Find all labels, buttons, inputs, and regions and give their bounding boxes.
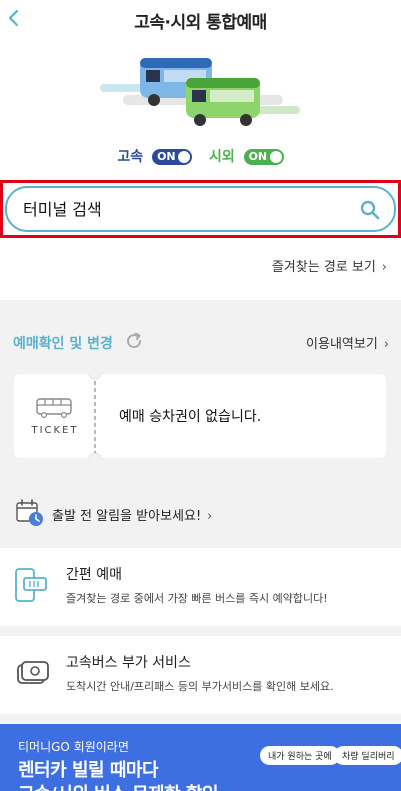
banner-bubble-1: 내가 원하는 곳에 [260,746,340,765]
calendar-clock-icon [16,499,43,526]
promo-banner[interactable]: 티머니GO 회원이라면 렌터카 빌릴 때마다 고속/시외 버스 무제한 할인 내… [0,724,401,791]
addon-service-card[interactable]: 고속버스 부가 서비스 도착시간 안내/프리패스 등의 부가서비스를 확인해 보… [0,636,401,714]
express-toggle[interactable]: 고속 ON [117,146,193,166]
switch-knob [269,151,282,163]
bus-illustration-icon [100,58,300,126]
banner-bubble-2: 차량 딜리버리 [334,746,401,765]
search-highlight: 터미널 검색 [0,180,401,238]
express-switch-state: ON [157,150,176,163]
banner-subtitle: 티머니GO 회원이라면 [18,740,129,754]
chevron-right-icon: › [381,260,387,275]
bus-icon [36,398,72,419]
refresh-icon[interactable] [124,331,144,351]
quick-booking-card[interactable]: 간편 예매 즐겨찾는 경로 중에서 가장 빠른 버스를 즉시 예약합니다! [0,548,401,626]
mobile-ticket-icon [15,568,47,602]
search-icon[interactable] [360,200,380,220]
page-title: 고속·시외 통합예매 [134,13,267,33]
terminal-search-input[interactable]: 터미널 검색 [5,186,396,232]
usage-history-label: 이용내역보기 [306,337,378,352]
reservation-section: 예매확인 및 변경 이용내역보기 › TICKET 예매 승차권이 없습니다. [0,305,401,535]
intercity-switch-state: ON [248,150,268,163]
ticket-card[interactable]: TICKET 예매 승차권이 없습니다. [13,373,387,459]
chevron-right-icon: › [383,337,389,352]
empty-ticket-message: 예매 승차권이 없습니다. [119,409,262,425]
reservation-title: 예매확인 및 변경 [13,336,113,352]
quick-booking-desc: 즐겨찾는 경로 중에서 가장 빠른 버스를 즉시 예약합니다! [66,592,328,605]
quick-booking-title: 간편 예매 [66,567,122,583]
bus-type-toggles: 고속 ON 시외 ON [0,146,401,166]
intercity-toggle[interactable]: 시외 ON [209,146,284,166]
favorite-routes-label: 즐겨찾는 경로 보기 [271,260,376,275]
banner-headline: 렌터카 빌릴 때마다 [18,760,159,781]
chevron-right-icon: › [207,509,213,524]
express-switch[interactable]: ON [152,149,193,165]
favorite-routes-link[interactable]: 즐겨찾는 경로 보기 › [272,256,387,275]
search-placeholder: 터미널 검색 [23,200,102,219]
usage-history-link[interactable]: 이용내역보기 › [306,333,389,352]
switch-knob [178,151,191,163]
intercity-label: 시외 [208,149,235,165]
alarm-label: 출발 전 알림을 받아보세요! [52,509,202,524]
banner-headline-2: 고속/시외 버스 무제한 할인 [18,780,219,791]
addon-service-title: 고속버스 부가 서비스 [66,655,191,671]
intercity-switch[interactable]: ON [243,149,284,165]
addon-service-desc: 도착시간 안내/프리패스 등의 부가서비스를 확인해 보세요. [66,680,334,693]
express-label: 고속 [117,149,144,165]
header-section: 고속·시외 통합예매 고속 ON 시외 ON 터미널 검색 즐겨찾는 경로 보기… [0,0,401,300]
ticket-label: TICKET [31,425,79,436]
service-ticket-icon [17,661,49,684]
